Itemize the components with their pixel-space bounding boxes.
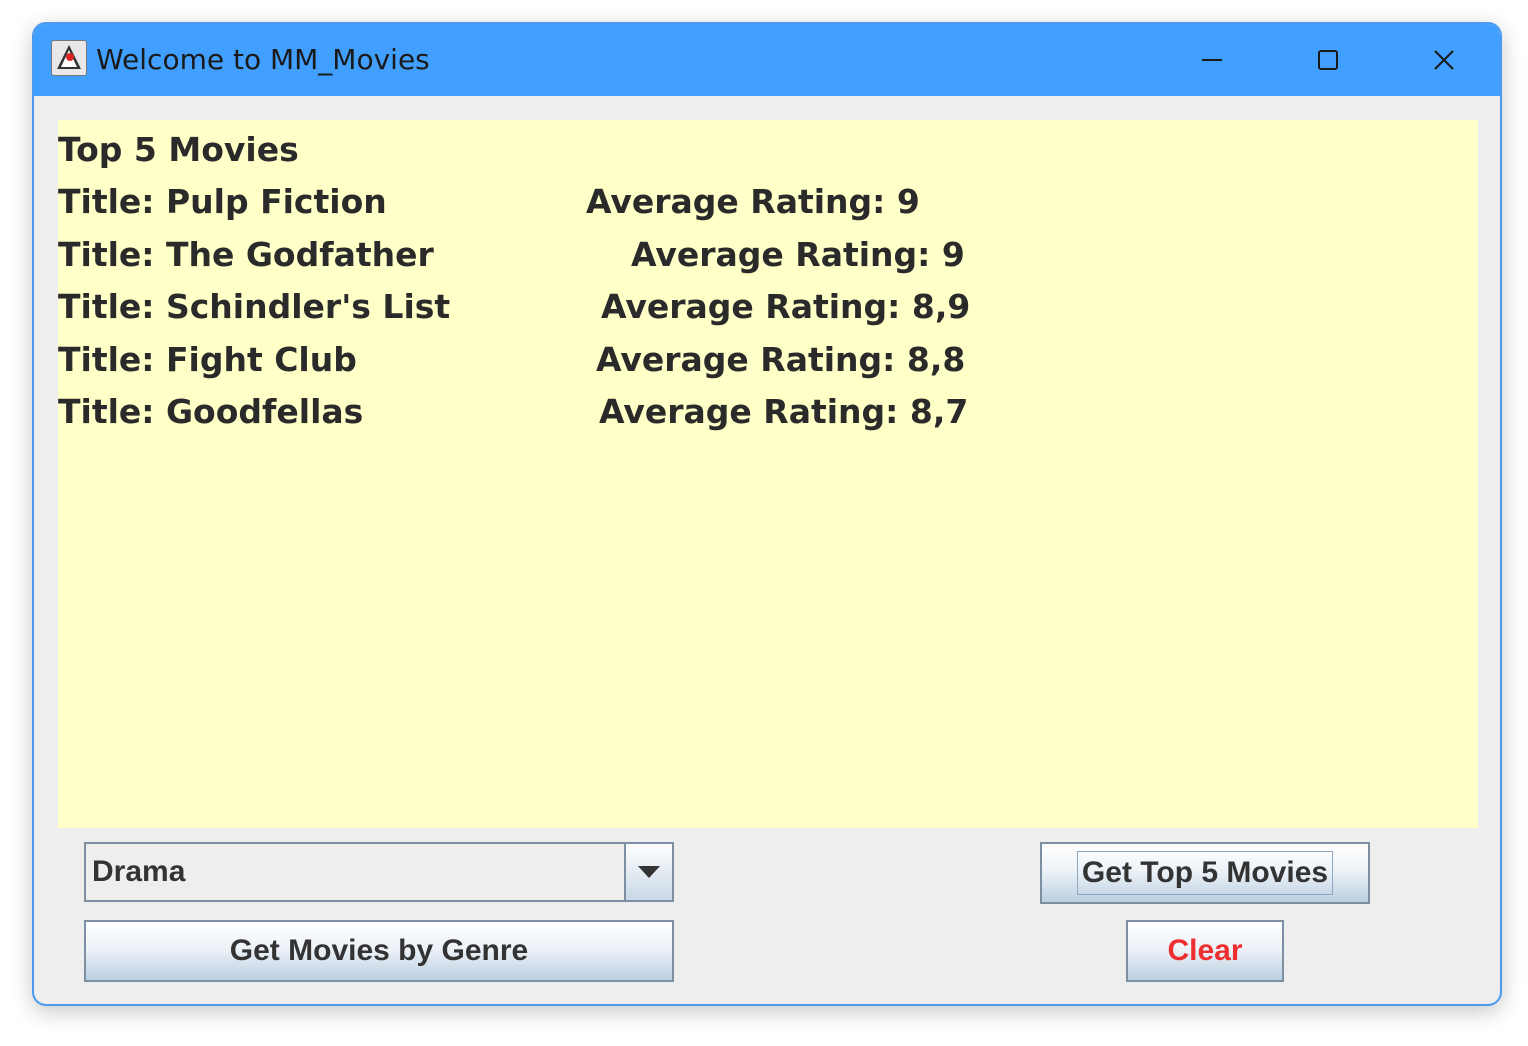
genre-combo-box[interactable]: Drama bbox=[84, 842, 674, 902]
movie-title: Title: Goodfellas bbox=[58, 392, 364, 431]
get-top-5-movies-button[interactable]: Get Top 5 Movies bbox=[1040, 842, 1370, 904]
movie-title: Title: Pulp Fiction bbox=[58, 182, 387, 221]
maximize-button[interactable] bbox=[1298, 36, 1358, 84]
movie-rating: Average Rating: 8,9 bbox=[601, 287, 971, 326]
get-top-5-movies-label: Get Top 5 Movies bbox=[1076, 851, 1334, 895]
movie-title: Title: The Godfather bbox=[58, 235, 434, 274]
title-bar[interactable]: Welcome to MM_Movies bbox=[34, 24, 1500, 96]
get-movies-by-genre-button[interactable]: Get Movies by Genre bbox=[84, 920, 674, 982]
output-heading: Top 5 Movies bbox=[58, 130, 299, 169]
minimize-button[interactable] bbox=[1182, 36, 1242, 84]
movie-rating: Average Rating: 9 bbox=[631, 235, 965, 274]
java-duke-icon bbox=[51, 40, 87, 76]
movie-title: Title: Schindler's List bbox=[58, 287, 451, 326]
close-icon bbox=[1434, 50, 1454, 70]
movie-rating: Average Rating: 9 bbox=[586, 182, 920, 221]
get-movies-by-genre-label: Get Movies by Genre bbox=[229, 934, 529, 967]
maximize-icon bbox=[1318, 50, 1338, 70]
clear-label: Clear bbox=[1167, 934, 1243, 967]
movie-rating: Average Rating: 8,8 bbox=[596, 340, 966, 379]
clear-button[interactable]: Clear bbox=[1126, 920, 1284, 982]
output-text-area[interactable]: Top 5 Movies Title: Pulp Fiction Average… bbox=[58, 120, 1478, 828]
genre-dropdown-button[interactable] bbox=[624, 844, 672, 900]
chevron-down-icon bbox=[638, 866, 660, 878]
movie-rating: Average Rating: 8,7 bbox=[599, 392, 969, 431]
close-button[interactable] bbox=[1414, 36, 1474, 84]
window-title: Welcome to MM_Movies bbox=[96, 43, 430, 76]
minimize-icon bbox=[1202, 59, 1222, 61]
genre-selected-value: Drama bbox=[92, 855, 186, 888]
movie-title: Title: Fight Club bbox=[58, 340, 357, 379]
app-window: Welcome to MM_Movies Top 5 Movies Title:… bbox=[32, 22, 1502, 1006]
